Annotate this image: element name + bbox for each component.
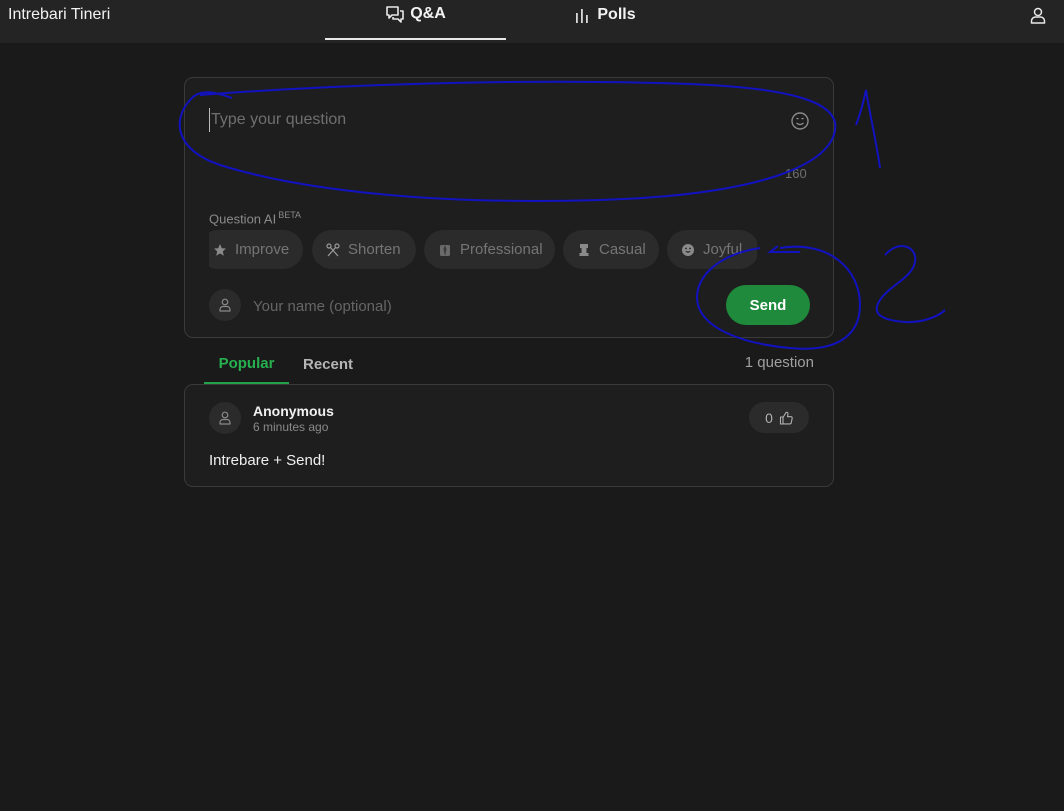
question-input[interactable]	[209, 108, 769, 132]
suit-icon	[440, 244, 450, 256]
tab-recent[interactable]: Recent	[295, 344, 361, 384]
tab-qa-label: Q&A	[410, 5, 446, 22]
user-icon[interactable]	[1028, 6, 1048, 26]
scissors-icon	[326, 242, 340, 256]
happy-face-icon	[682, 243, 694, 256]
question-card: Anonymous 6 minutes ago 0 Intrebare + Se…	[184, 384, 834, 487]
chip-professional[interactable]: Professional	[424, 230, 555, 269]
chip-shorten[interactable]: Shorten	[312, 230, 416, 269]
annotation-number-1	[855, 89, 881, 169]
ai-chip-row: Improve Shorten Professional Casual Joyf…	[209, 230, 757, 270]
tab-polls[interactable]: Polls	[545, 0, 665, 40]
avatar	[209, 402, 241, 434]
user-icon	[219, 298, 231, 312]
name-input[interactable]	[253, 295, 553, 317]
vote-count: 0	[765, 409, 773, 426]
app-title: Intrebari Tineri	[8, 6, 111, 23]
user-icon	[219, 411, 231, 425]
chip-casual-label: Casual	[599, 241, 646, 258]
chip-improve[interactable]: Improve	[209, 230, 303, 269]
question-count: 1 question	[744, 354, 814, 371]
tab-polls-label: Polls	[597, 6, 636, 23]
question-text: Intrebare + Send!	[209, 452, 326, 469]
star-icon	[214, 243, 226, 256]
upvote-button[interactable]: 0	[749, 402, 809, 433]
annotation-number-2	[875, 245, 946, 324]
chip-shorten-label: Shorten	[348, 241, 401, 258]
question-ai-label: Question AI BETA	[209, 210, 301, 226]
top-bar: Intrebari Tineri Q&A Polls	[0, 0, 1064, 43]
chip-joyful[interactable]: Joyful	[667, 230, 757, 269]
name-avatar	[209, 289, 241, 321]
question-timestamp: 6 minutes ago	[253, 420, 329, 434]
bar-chart-icon	[576, 9, 589, 23]
chess-pawn-icon	[579, 243, 589, 256]
tab-popular[interactable]: Popular	[204, 344, 289, 384]
char-limit-counter: 160	[785, 166, 807, 181]
tab-qa[interactable]: Q&A	[325, 0, 506, 40]
chip-joyful-label: Joyful	[703, 241, 743, 258]
smiley-icon[interactable]	[790, 111, 810, 131]
chip-professional-label: Professional	[460, 241, 543, 258]
chat-bubbles-icon	[386, 6, 405, 23]
question-composer: 160 Question AIBETA Improve Shorten Prof…	[184, 77, 834, 338]
question-ai-text: Question AI	[209, 211, 277, 227]
thumbs-up-icon	[779, 411, 793, 425]
beta-badge: BETA	[278, 210, 302, 220]
chip-casual[interactable]: Casual	[563, 230, 659, 269]
chip-improve-label: Improve	[235, 241, 290, 258]
question-author: Anonymous	[253, 403, 334, 419]
send-button[interactable]: Send	[726, 285, 810, 325]
